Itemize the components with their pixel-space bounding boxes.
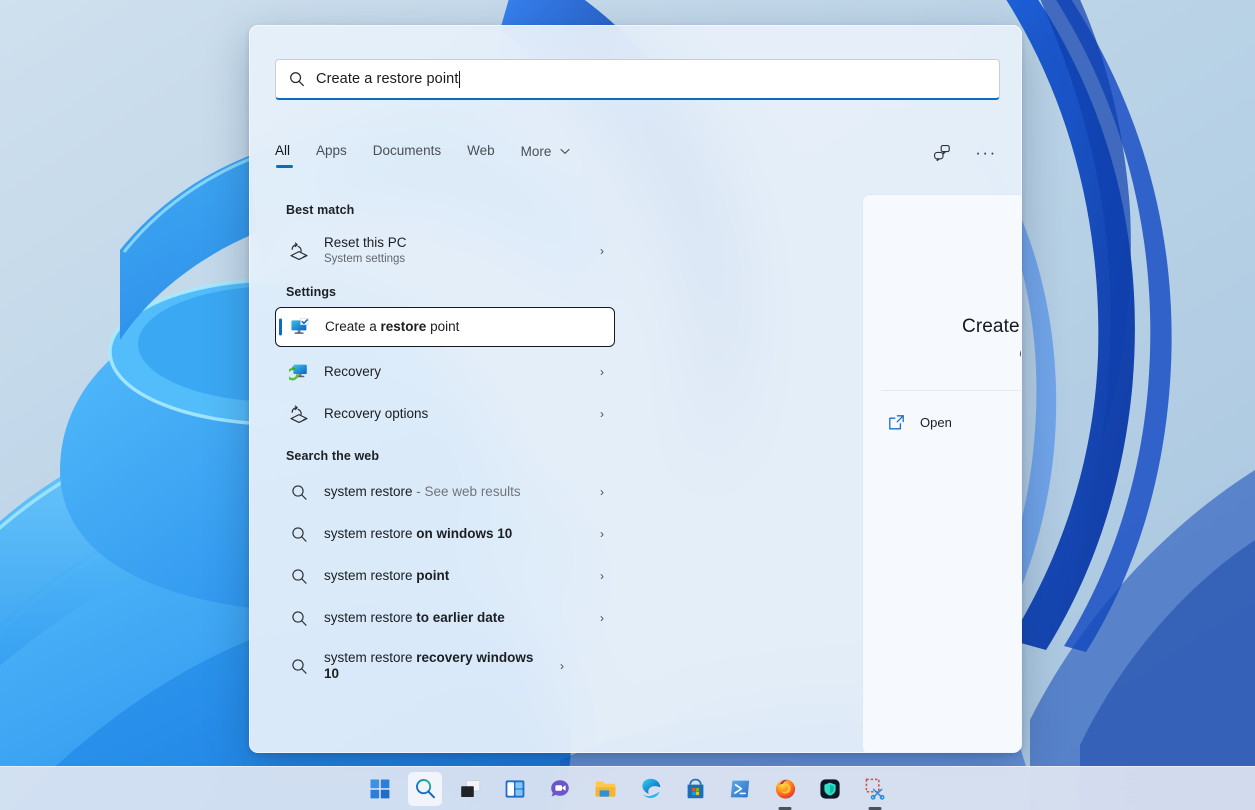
- edge-button[interactable]: [633, 772, 667, 806]
- chevron-down-icon: [560, 143, 570, 158]
- chevron-right-icon[interactable]: ›: [600, 527, 604, 541]
- result-row-recovery[interactable]: Recovery ›: [275, 351, 615, 393]
- preview-title: Create a restore point: [863, 316, 1022, 338]
- result-labels: Recovery: [324, 364, 592, 380]
- result-row-web-to-earlier-date[interactable]: system restore to earlier date ›: [275, 597, 615, 639]
- firefox-button[interactable]: [768, 772, 802, 806]
- running-indicator: [779, 807, 792, 810]
- recovery-monitor-icon: [287, 362, 311, 382]
- search-icon: [287, 484, 311, 501]
- snipping-tool-button[interactable]: [858, 772, 892, 806]
- shield-app-button[interactable]: [813, 772, 847, 806]
- running-indicator: [869, 807, 882, 810]
- result-row-web-on-windows-10[interactable]: system restore on windows 10 ›: [275, 513, 615, 555]
- chevron-right-icon[interactable]: ›: [600, 365, 604, 379]
- search-box-container: Create a restore point: [275, 59, 1000, 100]
- preview-divider: [881, 390, 1022, 391]
- result-row-web-recovery-windows-10[interactable]: system restore recovery windows 10 ›: [275, 639, 615, 693]
- header-actions: ···: [928, 140, 1000, 166]
- search-icon: [289, 71, 305, 87]
- reset-pc-icon: [287, 240, 311, 262]
- search-flyout-panel: Create a restore point All Apps Document…: [249, 25, 1022, 753]
- preview-subtitle: Control panel: [863, 347, 1022, 361]
- result-labels: system restore recovery windows 10: [324, 650, 552, 682]
- search-tabs: All Apps Documents Web More: [275, 139, 1000, 177]
- result-title: Recovery options: [324, 406, 592, 422]
- selection-accent-bar: [279, 319, 282, 336]
- task-view-button[interactable]: [453, 772, 487, 806]
- result-title: system restore recovery windows 10: [324, 650, 552, 682]
- search-icon: [287, 658, 311, 675]
- more-options-button[interactable]: ···: [972, 140, 1000, 166]
- tab-documents[interactable]: Documents: [373, 139, 441, 158]
- open-external-icon: [885, 414, 907, 431]
- preview-icon-container: [863, 195, 1022, 299]
- section-heading-best-match: Best match: [275, 194, 615, 225]
- result-title: system restore - See web results: [324, 484, 592, 500]
- file-explorer-button[interactable]: [588, 772, 622, 806]
- section-heading-settings: Settings: [275, 276, 615, 307]
- result-row-reset-this-pc[interactable]: Reset this PC System settings ›: [275, 225, 615, 276]
- tab-apps[interactable]: Apps: [316, 139, 347, 158]
- taskbar-items: [363, 772, 892, 806]
- tab-apps-label: Apps: [316, 143, 347, 158]
- result-labels: system restore point: [324, 568, 592, 584]
- chat-button[interactable]: [543, 772, 577, 806]
- result-row-recovery-options[interactable]: Recovery options ›: [275, 393, 615, 435]
- result-row-web-point[interactable]: system restore point ›: [275, 555, 615, 597]
- start-button[interactable]: [363, 772, 397, 806]
- result-labels: Create a restore point: [325, 319, 603, 335]
- terminal-button[interactable]: [723, 772, 757, 806]
- tab-more[interactable]: More: [521, 139, 571, 159]
- restore-point-monitor-icon: [1018, 227, 1022, 298]
- search-icon: [287, 610, 311, 627]
- search-query-text: Create a restore point: [316, 71, 458, 87]
- taskbar: [0, 766, 1255, 810]
- widgets-button[interactable]: [498, 772, 532, 806]
- taskbar-search-button[interactable]: [408, 772, 442, 806]
- chevron-right-icon[interactable]: ›: [600, 569, 604, 583]
- chevron-right-icon[interactable]: ›: [600, 611, 604, 625]
- result-row-web-system-restore[interactable]: system restore - See web results ›: [275, 471, 615, 513]
- tab-all[interactable]: All: [275, 139, 290, 158]
- result-title: Create a restore point: [325, 319, 603, 335]
- text-caret: [459, 71, 460, 88]
- result-labels: Recovery options: [324, 406, 592, 422]
- result-title: system restore on windows 10: [324, 526, 592, 542]
- result-title: Recovery: [324, 364, 592, 380]
- microsoft-store-button[interactable]: [678, 772, 712, 806]
- result-labels: Reset this PC System settings: [324, 235, 592, 267]
- search-results-list: Best match Reset this PC System settings…: [275, 194, 615, 693]
- result-labels: system restore on windows 10: [324, 526, 592, 542]
- tab-all-label: All: [275, 143, 290, 158]
- tab-web-label: Web: [467, 143, 495, 158]
- result-labels: system restore to earlier date: [324, 610, 592, 626]
- result-subtitle: System settings: [324, 252, 592, 267]
- result-title: system restore point: [324, 568, 592, 584]
- chevron-right-icon[interactable]: ›: [600, 407, 604, 421]
- tab-web[interactable]: Web: [467, 139, 495, 158]
- preview-pane: Create a restore point Control panel Ope…: [862, 194, 1022, 753]
- result-labels: system restore - See web results: [324, 484, 592, 500]
- open-label: Open: [920, 415, 952, 430]
- restore-point-monitor-icon: [288, 317, 312, 337]
- section-heading-search-the-web: Search the web: [275, 435, 615, 471]
- recovery-options-icon: [287, 403, 311, 425]
- tab-documents-label: Documents: [373, 143, 441, 158]
- chevron-right-icon[interactable]: ›: [600, 485, 604, 499]
- search-icon: [287, 526, 311, 543]
- chevron-right-icon[interactable]: ›: [600, 244, 604, 258]
- feedback-icon[interactable]: [928, 140, 956, 166]
- tab-more-label: More: [521, 144, 552, 159]
- search-icon: [287, 568, 311, 585]
- open-action-button[interactable]: Open: [877, 402, 1022, 442]
- search-input[interactable]: Create a restore point: [275, 59, 1000, 100]
- result-title: Reset this PC: [324, 235, 592, 251]
- chevron-right-icon[interactable]: ›: [560, 659, 564, 673]
- result-title: system restore to earlier date: [324, 610, 592, 626]
- result-row-create-a-restore-point[interactable]: Create a restore point: [275, 307, 615, 347]
